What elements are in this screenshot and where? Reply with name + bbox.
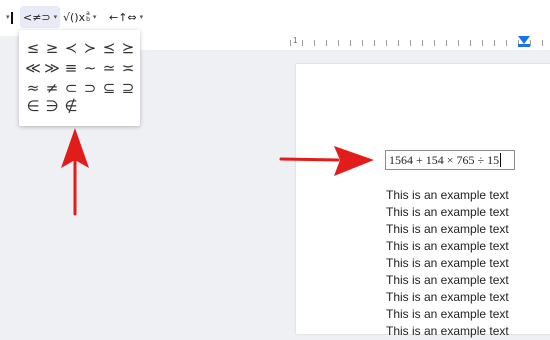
symbol-equivalent[interactable]: ≍: [120, 60, 136, 76]
arrows-menu-label: ←↑⇔: [109, 10, 137, 24]
indent-marker-icon[interactable]: [518, 36, 530, 44]
equation-box[interactable]: 1564 + 154 × 765 ÷ 15: [385, 150, 515, 170]
symbol-subset-equal[interactable]: ⊆: [101, 80, 117, 96]
text-line: This is an example text: [386, 307, 509, 321]
text-line: This is an example text: [386, 273, 509, 287]
chevron-down-icon: ▾: [53, 13, 58, 21]
math-operations-menu-button[interactable]: √()x a b ▾: [60, 6, 99, 28]
symbol-precedes-equal[interactable]: ⪯: [101, 40, 117, 56]
chevron-down-icon: ▾: [139, 13, 144, 21]
document-page[interactable]: 1564 + 154 × 765 ÷ 15 This is an example…: [296, 64, 550, 338]
symbol-precedes[interactable]: ≺: [63, 40, 79, 56]
symbol-succeeds-equal[interactable]: ⪰: [120, 40, 136, 56]
text-line: This is an example text: [386, 239, 509, 253]
ruler-ticks: [290, 40, 550, 46]
symbol-identical[interactable]: ≡: [63, 60, 79, 76]
indent-marker-base[interactable]: [518, 44, 530, 47]
symbol-superset[interactable]: ⊃: [82, 80, 98, 96]
text-line: This is an example text: [386, 205, 509, 219]
symbol-asymptotically-equal[interactable]: ≃: [101, 60, 117, 76]
document-body[interactable]: This is an example text This is an examp…: [386, 187, 509, 340]
symbol-contains[interactable]: ∋: [44, 98, 60, 114]
symbol-subset[interactable]: ⊂: [63, 80, 79, 96]
symbol-element-of[interactable]: ∈: [25, 98, 41, 114]
text-line: This is an example text: [386, 188, 509, 202]
symbol-not-equal[interactable]: ≠: [44, 80, 60, 96]
text-cursor: [500, 153, 502, 167]
sup-sub-icon: a b: [86, 10, 90, 23]
relations-menu-button[interactable]: <≠⊃ ▾: [20, 6, 61, 28]
arrows-menu-button[interactable]: ←↑⇔ ▾: [106, 6, 146, 28]
prev-menu-caret[interactable]: ▾: [0, 6, 13, 28]
text-line: This is an example text: [386, 324, 509, 338]
symbol-superset-equal[interactable]: ⊇: [120, 80, 136, 96]
symbol-less-equal[interactable]: ≤: [25, 40, 41, 56]
math-operations-label: √()x: [63, 10, 86, 24]
symbol-approx[interactable]: ≈: [25, 80, 41, 96]
text-line: This is an example text: [386, 256, 509, 270]
arrow-up-icon: [61, 128, 89, 216]
symbol-much-greater[interactable]: ≫: [44, 60, 60, 76]
equation-text: 1564 + 154 × 765 ÷ 15: [389, 152, 500, 167]
relations-menu-label: <≠⊃: [23, 10, 51, 24]
symbol-much-less[interactable]: ≪: [25, 60, 41, 76]
horizontal-ruler[interactable]: 1: [140, 36, 550, 50]
text-line: This is an example text: [386, 222, 509, 236]
text-line: This is an example text: [386, 290, 509, 304]
symbol-tilde[interactable]: ∼: [82, 60, 98, 76]
ruler-number: 1: [293, 36, 298, 45]
relations-symbol-menu: ≤ ≥ ≺ ≻ ⪯ ⪰ ≪ ≫ ≡ ∼ ≃ ≍ ≈ ≠ ⊂ ⊃ ⊆ ⊇ ∈ ∋ …: [19, 30, 140, 126]
symbol-greater-equal[interactable]: ≥: [44, 40, 60, 56]
symbol-succeeds[interactable]: ≻: [82, 40, 98, 56]
symbol-not-element-of[interactable]: ∉: [63, 98, 79, 114]
chevron-down-icon: ▾: [92, 13, 97, 21]
